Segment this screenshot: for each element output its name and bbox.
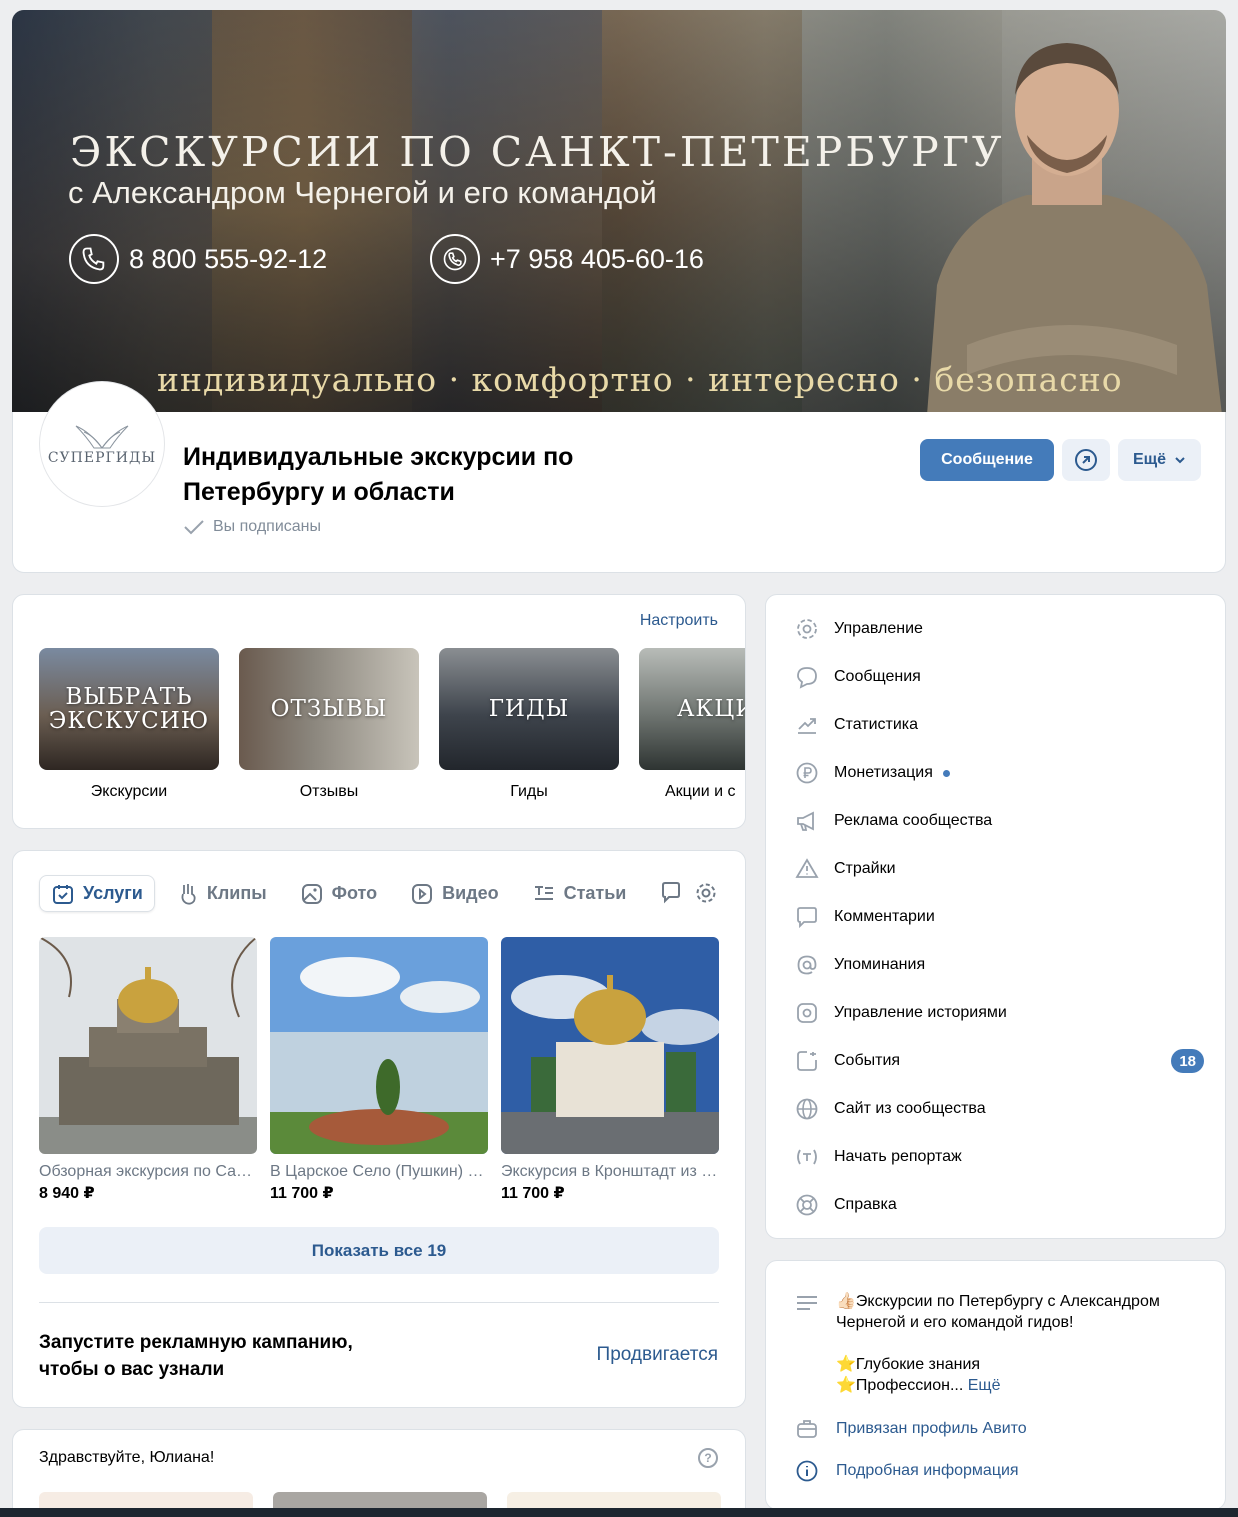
photo-icon (301, 883, 322, 904)
sidebar-item-mentions[interactable]: Упоминания (794, 950, 1204, 980)
show-more-link[interactable]: Ещё (968, 1377, 1001, 1394)
warning-icon (794, 856, 820, 882)
help-lifebuoy-icon (794, 1192, 820, 1218)
community-info: 👍🏻Экскурсии по Петербургу с Александром … (765, 1260, 1226, 1510)
tab-clips[interactable]: Клипы (166, 875, 278, 912)
admin-menu: Управление Сообщения Статистика Монетиза… (765, 594, 1226, 1239)
menu-image: ОТЗЫВЫ (239, 648, 419, 770)
product-card[interactable]: В Царское Село (Пушкин) и Павловск 11 70… (270, 937, 488, 1203)
page-title: Индивидуальные экскурсии по Петербургу и… (183, 443, 574, 506)
avito-link[interactable]: Привязан профиль Авито (794, 1416, 1027, 1442)
cover-image: ЭКСКУРСИИ ПО САНКТ-ПЕТЕРБУРГУ с Александ… (12, 10, 1226, 414)
cover-title: ЭКСКУРСИИ ПО САНКТ-ПЕТЕРБУРГУ (70, 128, 1005, 176)
star-emoji-icon: ⭐ (836, 1377, 856, 1394)
menu-item-promotions[interactable]: АКЦИ Акции и с (639, 648, 745, 801)
hand-emoji-icon: 👍🏻 (836, 1293, 856, 1310)
sidebar-item-help[interactable]: Справка (794, 1190, 1204, 1220)
at-icon (794, 952, 820, 978)
tab-services[interactable]: Услуги (39, 875, 155, 912)
sidebar-item-ads[interactable]: Реклама сообщества (794, 806, 1204, 836)
briefcase-icon (794, 1416, 820, 1442)
notification-dot (942, 769, 950, 777)
taskbar-strip (0, 1508, 1238, 1517)
info-icon (794, 1458, 820, 1484)
chevron-down-icon (1175, 457, 1185, 464)
share-arrow-icon (1075, 449, 1097, 471)
share-button[interactable] (1062, 439, 1110, 481)
promote-link[interactable]: Продвигается (597, 1344, 718, 1366)
events-count-badge: 18 (1171, 1049, 1204, 1073)
check-icon (184, 520, 204, 535)
show-all-button[interactable]: Показать все 19 (39, 1227, 719, 1274)
product-image (501, 937, 719, 1154)
avatar-name: СУПЕРГИДЫ (47, 450, 157, 466)
greeting-block: Здравствуйте, Юлиана! ? (12, 1429, 746, 1517)
help-icon[interactable]: ? (698, 1448, 718, 1468)
avatar[interactable]: СУПЕРГИДЫ (40, 382, 164, 506)
divider (39, 1302, 719, 1303)
tab-video[interactable]: Видео (399, 875, 510, 912)
stats-icon (794, 712, 820, 738)
clips-icon (181, 883, 196, 905)
broadcast-icon (794, 1144, 820, 1170)
message-icon (794, 664, 820, 690)
tab-articles[interactable]: Статьи (521, 875, 638, 912)
more-button[interactable]: Ещё (1118, 439, 1201, 481)
cover-phone-2: +7 958 405-60-16 (430, 234, 704, 284)
cover-slogan: индивидуально · комфортно · интересно · … (157, 360, 1123, 399)
phone-icon (69, 234, 119, 284)
sidebar-item-manage[interactable]: Управление (794, 614, 1204, 644)
menu-image: ВЫБРАТЬ ЭКСКУСИЮ (39, 648, 219, 770)
product-card[interactable]: Экскурсия в Кронштадт из Петербурга 11 7… (501, 937, 719, 1203)
menu-item-guides[interactable]: ГИДЫ Гиды (439, 648, 619, 801)
product-image (39, 937, 257, 1154)
community-menu: Настроить ВЫБРАТЬ ЭКСКУСИЮ Экскурсии ОТЗ… (12, 594, 746, 829)
services-block: Услуги Клипы Фото Видео Статьи Обзорная … (12, 850, 746, 1408)
sidebar-item-comments[interactable]: Комментарии (794, 902, 1204, 932)
gear-icon (794, 616, 820, 642)
sidebar-item-stats[interactable]: Статистика (794, 710, 1204, 740)
menu-image: ГИДЫ (439, 648, 619, 770)
sidebar-item-stories[interactable]: Управление историями (794, 998, 1204, 1028)
product-card[interactable]: Обзорная экскурсия по Санкт-Петербургу 8… (39, 937, 257, 1203)
product-image (270, 937, 488, 1154)
comment-icon (794, 904, 820, 930)
menu-image: АКЦИ (639, 648, 745, 770)
globe-icon (794, 1096, 820, 1122)
text-lines-icon (797, 1296, 817, 1310)
community-header: СУПЕРГИДЫ Индивидуальные экскурсии по Пе… (12, 382, 1226, 573)
sidebar-item-monetization[interactable]: Монетизация (794, 758, 1204, 788)
configure-link[interactable]: Настроить (640, 612, 718, 630)
video-icon (412, 883, 433, 904)
sidebar-item-events[interactable]: События 18 (794, 1046, 1204, 1076)
gear-icon[interactable] (694, 881, 718, 905)
content-tabs: Услуги Клипы Фото Видео Статьи (39, 875, 648, 912)
promo-text: Запустите рекламную кампанию, чтобы о ва… (39, 1332, 353, 1380)
stories-icon (794, 1000, 820, 1026)
guide-photo (927, 43, 1222, 414)
menu-item-excursions[interactable]: ВЫБРАТЬ ЭКСКУСИЮ Экскурсии (39, 648, 219, 801)
sidebar-item-messages[interactable]: Сообщения (794, 662, 1204, 692)
sidebar-item-strikes[interactable]: Страйки (794, 854, 1204, 884)
star-emoji-icon: ⭐ (836, 1356, 856, 1373)
ruble-icon (794, 760, 820, 786)
megaphone-icon (794, 808, 820, 834)
subscribed-status[interactable]: Вы подписаны (183, 518, 321, 536)
cover-subtitle: с Александром Чернегой и его командой (68, 175, 657, 210)
details-link[interactable]: Подробная информация (794, 1458, 1019, 1484)
tab-photo[interactable]: Фото (289, 875, 388, 912)
discussions-icon[interactable] (661, 881, 681, 905)
articles-icon (534, 885, 553, 900)
wings-logo-icon (75, 425, 129, 449)
menu-item-reviews[interactable]: ОТЗЫВЫ Отзывы (239, 648, 419, 801)
greeting-text: Здравствуйте, Юлиана! (39, 1449, 215, 1466)
calendar-check-icon (53, 884, 73, 904)
community-description: 👍🏻Экскурсии по Петербургу с Александром … (836, 1293, 1160, 1394)
message-button[interactable]: Сообщение (920, 439, 1054, 481)
sidebar-item-broadcast[interactable]: Начать репортаж (794, 1142, 1204, 1172)
whatsapp-icon (430, 234, 480, 284)
sidebar-item-site[interactable]: Сайт из сообщества (794, 1094, 1204, 1124)
cover-phone-1: 8 800 555-92-12 (69, 234, 327, 284)
events-icon (794, 1048, 820, 1074)
